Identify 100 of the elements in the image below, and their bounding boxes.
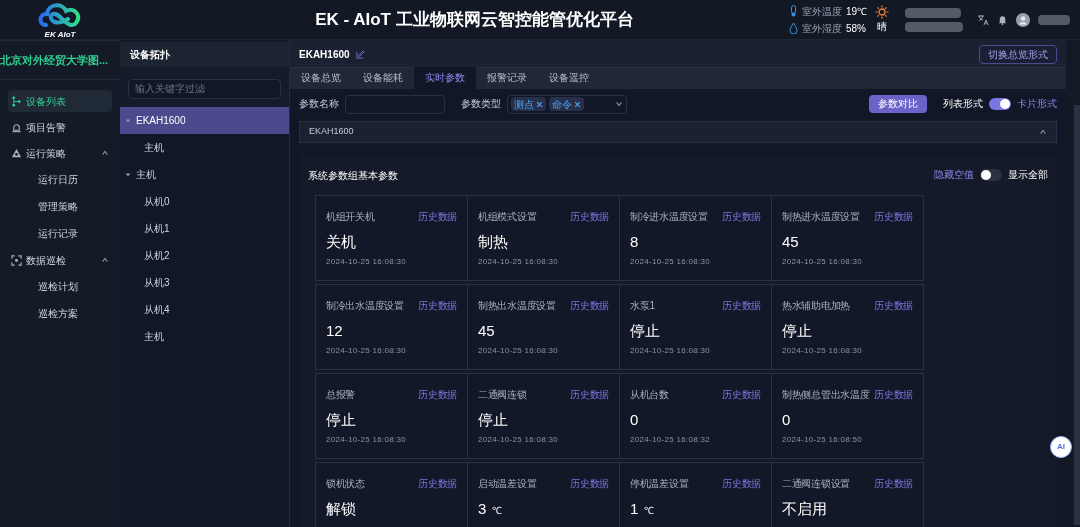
update-time: 2024-10-25 16:08:32 — [630, 434, 711, 446]
history-link[interactable]: 历史数据 — [874, 387, 913, 402]
history-link[interactable]: 历史数据 — [418, 209, 457, 224]
history-link[interactable]: 历史数据 — [570, 298, 609, 313]
view-switch[interactable] — [989, 98, 1011, 110]
history-link[interactable]: 历史数据 — [722, 387, 761, 402]
hide-empty-switch[interactable] — [980, 169, 1002, 181]
history-link[interactable]: 历史数据 — [418, 298, 457, 313]
toggle-label: 列表形式 — [943, 96, 983, 111]
param-value: 解锁 — [326, 501, 356, 516]
history-link[interactable]: 历史数据 — [874, 209, 913, 224]
tree-item[interactable]: 主机 — [120, 134, 289, 161]
tab[interactable]: 设备能耗 — [352, 67, 414, 89]
tab[interactable]: 报警记录 — [476, 67, 538, 89]
scan-icon — [11, 254, 22, 266]
history-link[interactable]: 历史数据 — [722, 476, 761, 491]
tab[interactable]: 设备总览 — [290, 67, 352, 89]
param-label: 锁机状态 — [326, 477, 365, 491]
weather-label: 室外温度 — [801, 4, 842, 19]
tab[interactable]: 设备遥控 — [538, 67, 600, 89]
blurred-text — [905, 7, 961, 18]
history-link[interactable]: 历史数据 — [874, 298, 913, 313]
alarm-icon — [11, 121, 22, 133]
param-value: 1 — [630, 501, 639, 516]
param-label: 制冷出水温度设置 — [326, 299, 404, 313]
compare-button[interactable]: 参数对比 — [869, 95, 927, 113]
param-label: 制冷进水温度设置 — [630, 210, 708, 224]
bell-icon[interactable] — [997, 14, 1008, 25]
history-link[interactable]: 历史数据 — [418, 387, 457, 402]
param-value: 停止 — [478, 412, 508, 427]
nav-subitem[interactable]: 管理策略 — [8, 193, 112, 220]
nav-item[interactable]: 设备列表 — [8, 90, 112, 112]
toggle-label: 隐藏空值 — [934, 167, 974, 182]
chevron-icon — [1039, 128, 1047, 136]
nav-item[interactable]: 运行策略 — [8, 142, 112, 164]
section-title: 系统参数组基本参数 — [308, 168, 399, 183]
param-label: 水泵1 — [630, 299, 655, 313]
param-value: 关机 — [326, 234, 356, 249]
strategy-icon — [11, 147, 22, 159]
tab[interactable]: 实时参数 — [414, 67, 476, 89]
history-link[interactable]: 历史数据 — [874, 476, 913, 491]
logo-text: EK AIoT — [44, 30, 76, 39]
remove-icon[interactable] — [574, 100, 581, 108]
param-type-select[interactable]: 测点 命令 — [507, 94, 627, 114]
edit-icon[interactable] — [355, 50, 365, 59]
param-label: 机组开关机 — [326, 210, 375, 224]
param-value: 0 — [630, 412, 639, 427]
sun-icon — [875, 5, 889, 19]
nav-item[interactable]: 项目告警 — [8, 116, 112, 138]
tree-item[interactable]: EKAH1600 — [120, 107, 289, 134]
tree-item[interactable]: 从机3 — [120, 269, 289, 296]
filter-field[interactable]: 输入关键字过滤 — [128, 78, 281, 99]
thermometer-icon — [788, 5, 798, 17]
tree-item[interactable]: 从机2 — [120, 242, 289, 269]
blurred-text — [1038, 14, 1070, 25]
avatar-icon[interactable] — [1016, 12, 1030, 27]
nav-subitem[interactable]: 运行记录 — [8, 220, 112, 247]
param-value: 停止 — [782, 323, 812, 338]
param-label: 热水辅助电加热 — [782, 299, 850, 313]
weather-value: 58% — [845, 21, 866, 36]
history-link[interactable]: 历史数据 — [722, 298, 761, 313]
history-link[interactable]: 历史数据 — [722, 209, 761, 224]
project-name: 北京对外经贸大学图... — [0, 52, 109, 68]
update-time: 2024-10-25 16:08:30 — [478, 345, 559, 357]
param-label: 制热侧总管出水温度 — [782, 388, 870, 402]
nav-subitem[interactable]: 巡检计划 — [8, 273, 112, 300]
remove-icon[interactable] — [536, 100, 543, 108]
param-label: 从机台数 — [630, 388, 669, 402]
tree-item[interactable]: 从机1 — [120, 215, 289, 242]
tree-item[interactable]: 从机4 — [120, 296, 289, 323]
tree-item[interactable]: 主机 — [120, 323, 289, 350]
assistant-button[interactable]: AI — [1050, 436, 1072, 458]
param-label: 制热进水温度设置 — [782, 210, 860, 224]
param-label: 停机温差设置 — [630, 477, 689, 491]
history-link[interactable]: 历史数据 — [570, 476, 609, 491]
nav-item[interactable]: 数据巡检 — [8, 249, 112, 271]
param-label: 总报警 — [326, 388, 356, 402]
unit-label: ℃ — [492, 504, 503, 518]
param-value: 0 — [782, 412, 791, 427]
update-time: 2024-10-25 16:08:30 — [326, 345, 407, 357]
nav-subitem[interactable]: 巡检方案 — [8, 300, 112, 327]
tree-item[interactable]: 主机 — [120, 161, 289, 188]
switch-view-button[interactable]: 切换总览形式 — [979, 45, 1057, 64]
param-name-field[interactable] — [345, 94, 445, 114]
tree-item[interactable]: 从机0 — [120, 188, 289, 215]
history-link[interactable]: 历史数据 — [418, 476, 457, 491]
dropdown-icon — [615, 100, 623, 108]
param-value: 45 — [478, 323, 495, 338]
update-time: 2024-10-25 16:08:30 — [478, 256, 559, 268]
history-link[interactable]: 历史数据 — [570, 209, 609, 224]
nav-subitem[interactable]: 运行日历 — [8, 166, 112, 193]
weather-label: 室外湿度 — [801, 21, 842, 36]
param-value: 停止 — [326, 412, 356, 427]
param-label: 制热出水温度设置 — [478, 299, 556, 313]
history-link[interactable]: 历史数据 — [570, 387, 609, 402]
translate-icon[interactable] — [977, 13, 989, 26]
app-title: EK - AIoT 工业物联网云智控能管优化平台 — [315, 8, 634, 31]
update-time: 2024-10-25 16:08:30 — [782, 345, 863, 357]
param-label: 二通阀连锁 — [478, 388, 527, 402]
field-label: 参数类型 — [461, 96, 501, 111]
